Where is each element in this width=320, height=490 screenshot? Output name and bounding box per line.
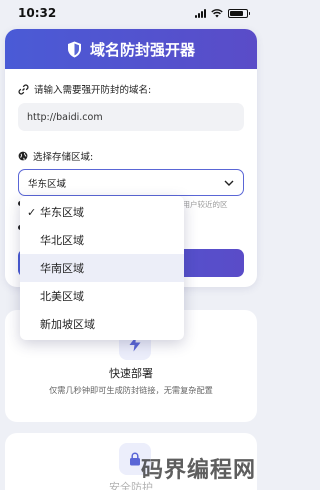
dropdown-option[interactable]: 华北区域 <box>20 226 184 254</box>
dropdown-option-label: 北美区域 <box>40 290 84 303</box>
shield-icon <box>67 41 81 57</box>
battery-icon <box>228 8 250 18</box>
region-dropdown: ✓ 华东区域 华北区域 华南区域 北美区域 新加坡区域 <box>20 196 184 340</box>
signal-icon <box>195 8 206 18</box>
dropdown-option[interactable]: 华南区域 <box>20 254 184 282</box>
url-label: 请输入需要强开防封的域名: <box>18 82 151 96</box>
region-select[interactable]: 华东区域 <box>18 169 244 196</box>
domain-input[interactable] <box>18 103 244 131</box>
region-label: 选择存储区域: <box>18 149 93 163</box>
status-icons <box>195 8 250 18</box>
dropdown-option[interactable]: 北美区域 <box>20 282 184 310</box>
page-title: 域名防封强开器 <box>89 40 195 59</box>
status-bar: 10:32 <box>0 0 262 26</box>
dropdown-option-label: 新加坡区域 <box>40 318 95 331</box>
check-icon: ✓ <box>27 205 37 219</box>
card-header: 域名防封强开器 <box>5 29 257 69</box>
dropdown-option-label: 华北区域 <box>40 234 84 247</box>
feature-desc: 仅需几秒钟即可生成防封链接，无需复杂配置 <box>49 385 213 395</box>
globe-icon <box>18 151 28 161</box>
dropdown-option-label: 华东区域 <box>40 206 84 219</box>
dropdown-option[interactable]: 新加坡区域 <box>20 310 184 338</box>
watermark: 码界编程网 <box>140 458 256 483</box>
chevron-down-icon <box>224 180 234 186</box>
feature-title: 快速部署 <box>109 367 153 380</box>
link-icon <box>18 84 29 94</box>
region-label-text: 选择存储区域: <box>33 152 94 163</box>
dropdown-option-label: 华南区域 <box>40 262 84 275</box>
wifi-icon <box>211 8 223 17</box>
dropdown-option[interactable]: ✓ 华东区域 <box>20 198 184 226</box>
url-label-text: 请输入需要强开防封的域名: <box>34 85 152 96</box>
status-time: 10:32 <box>18 6 57 20</box>
region-selected-value: 华东区域 <box>28 178 67 190</box>
